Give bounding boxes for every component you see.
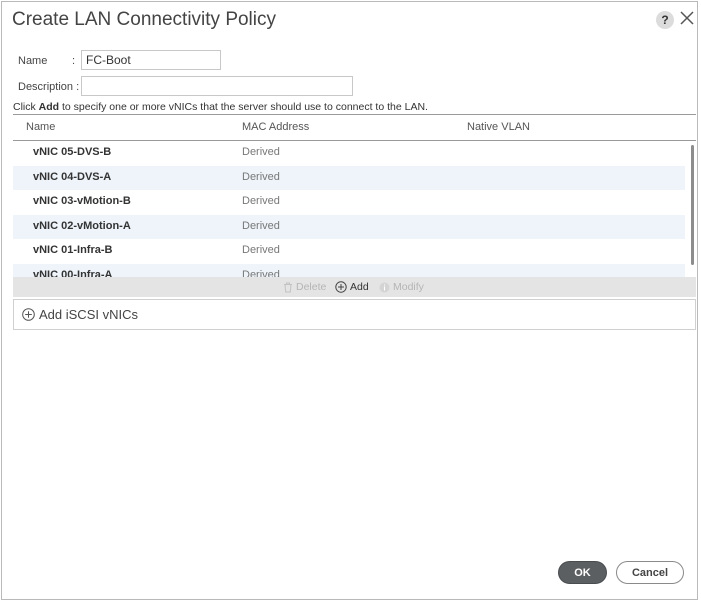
description-input[interactable] [81, 76, 353, 96]
add-button[interactable]: Add [335, 281, 369, 293]
instruction-add-keyword: Add [38, 101, 60, 113]
table-row[interactable]: vNIC 04-DVS-A Derived [13, 165, 685, 190]
row-mac: Derived [242, 195, 280, 207]
table-body: vNIC 05-DVS-B Derived vNIC 04-DVS-A Deri… [13, 141, 696, 278]
delete-label: Delete [296, 281, 327, 293]
row-name: vNIC 05-DVS-B [33, 146, 112, 158]
plus-circle-icon [22, 308, 35, 321]
name-colon: : [72, 55, 76, 67]
instruction-suffix: to specify one or more vNICs that the se… [59, 101, 428, 113]
instruction-text: Click Add to specify one or more vNICs t… [13, 101, 428, 113]
add-label: Add [350, 281, 369, 293]
row-mac: Derived [242, 146, 280, 158]
create-lan-policy-dialog: Create LAN Connectivity Policy ? Name : … [1, 1, 698, 600]
info-circle-icon [379, 282, 390, 292]
trash-icon [284, 282, 292, 292]
modify-label: Modify [393, 281, 424, 293]
column-name[interactable]: Name [26, 121, 55, 133]
row-mac: Derived [242, 170, 280, 183]
cancel-button[interactable]: Cancel [616, 561, 684, 584]
modify-button[interactable]: Modify [379, 281, 424, 293]
table-row[interactable]: vNIC 05-DVS-B Derived [13, 141, 685, 166]
close-icon[interactable] [679, 10, 695, 26]
table-row[interactable]: vNIC 01-Infra-B Derived [13, 239, 685, 264]
row-mac: Derived [242, 244, 280, 256]
row-name: vNIC 03-vMotion-B [33, 195, 131, 207]
ok-button[interactable]: OK [558, 561, 607, 584]
row-mac: Derived [242, 219, 280, 232]
row-name: vNIC 01-Infra-B [33, 244, 113, 256]
table-row[interactable]: vNIC 03-vMotion-B Derived [13, 190, 685, 215]
table-row[interactable]: vNIC 00-Infra-A Derived [13, 263, 685, 278]
name-label: Name [18, 55, 48, 67]
table-header: Name MAC Address Native VLAN [13, 114, 696, 141]
vnic-table: Name MAC Address Native VLAN vNIC 05-DVS… [13, 114, 696, 297]
instruction-prefix: Click [13, 101, 39, 113]
table-row[interactable]: vNIC 02-vMotion-A Derived [13, 214, 685, 239]
column-mac-address[interactable]: MAC Address [242, 121, 309, 133]
help-icon[interactable]: ? [656, 11, 674, 29]
dialog-title: Create LAN Connectivity Policy [12, 9, 276, 30]
name-input[interactable] [81, 50, 221, 70]
row-name: vNIC 02-vMotion-A [33, 219, 131, 232]
table-scrollbar[interactable] [691, 145, 694, 265]
plus-circle-icon [335, 281, 347, 293]
delete-button[interactable]: Delete [283, 281, 326, 293]
description-label: Description : [18, 81, 80, 93]
add-iscsi-vnics-label: Add iSCSI vNICs [39, 307, 138, 322]
row-name: vNIC 04-DVS-A [33, 170, 112, 183]
add-iscsi-vnics-section[interactable]: Add iSCSI vNICs [13, 299, 696, 330]
column-native-vlan[interactable]: Native VLAN [467, 121, 530, 133]
table-action-bar: Delete Add Modify [13, 277, 696, 297]
